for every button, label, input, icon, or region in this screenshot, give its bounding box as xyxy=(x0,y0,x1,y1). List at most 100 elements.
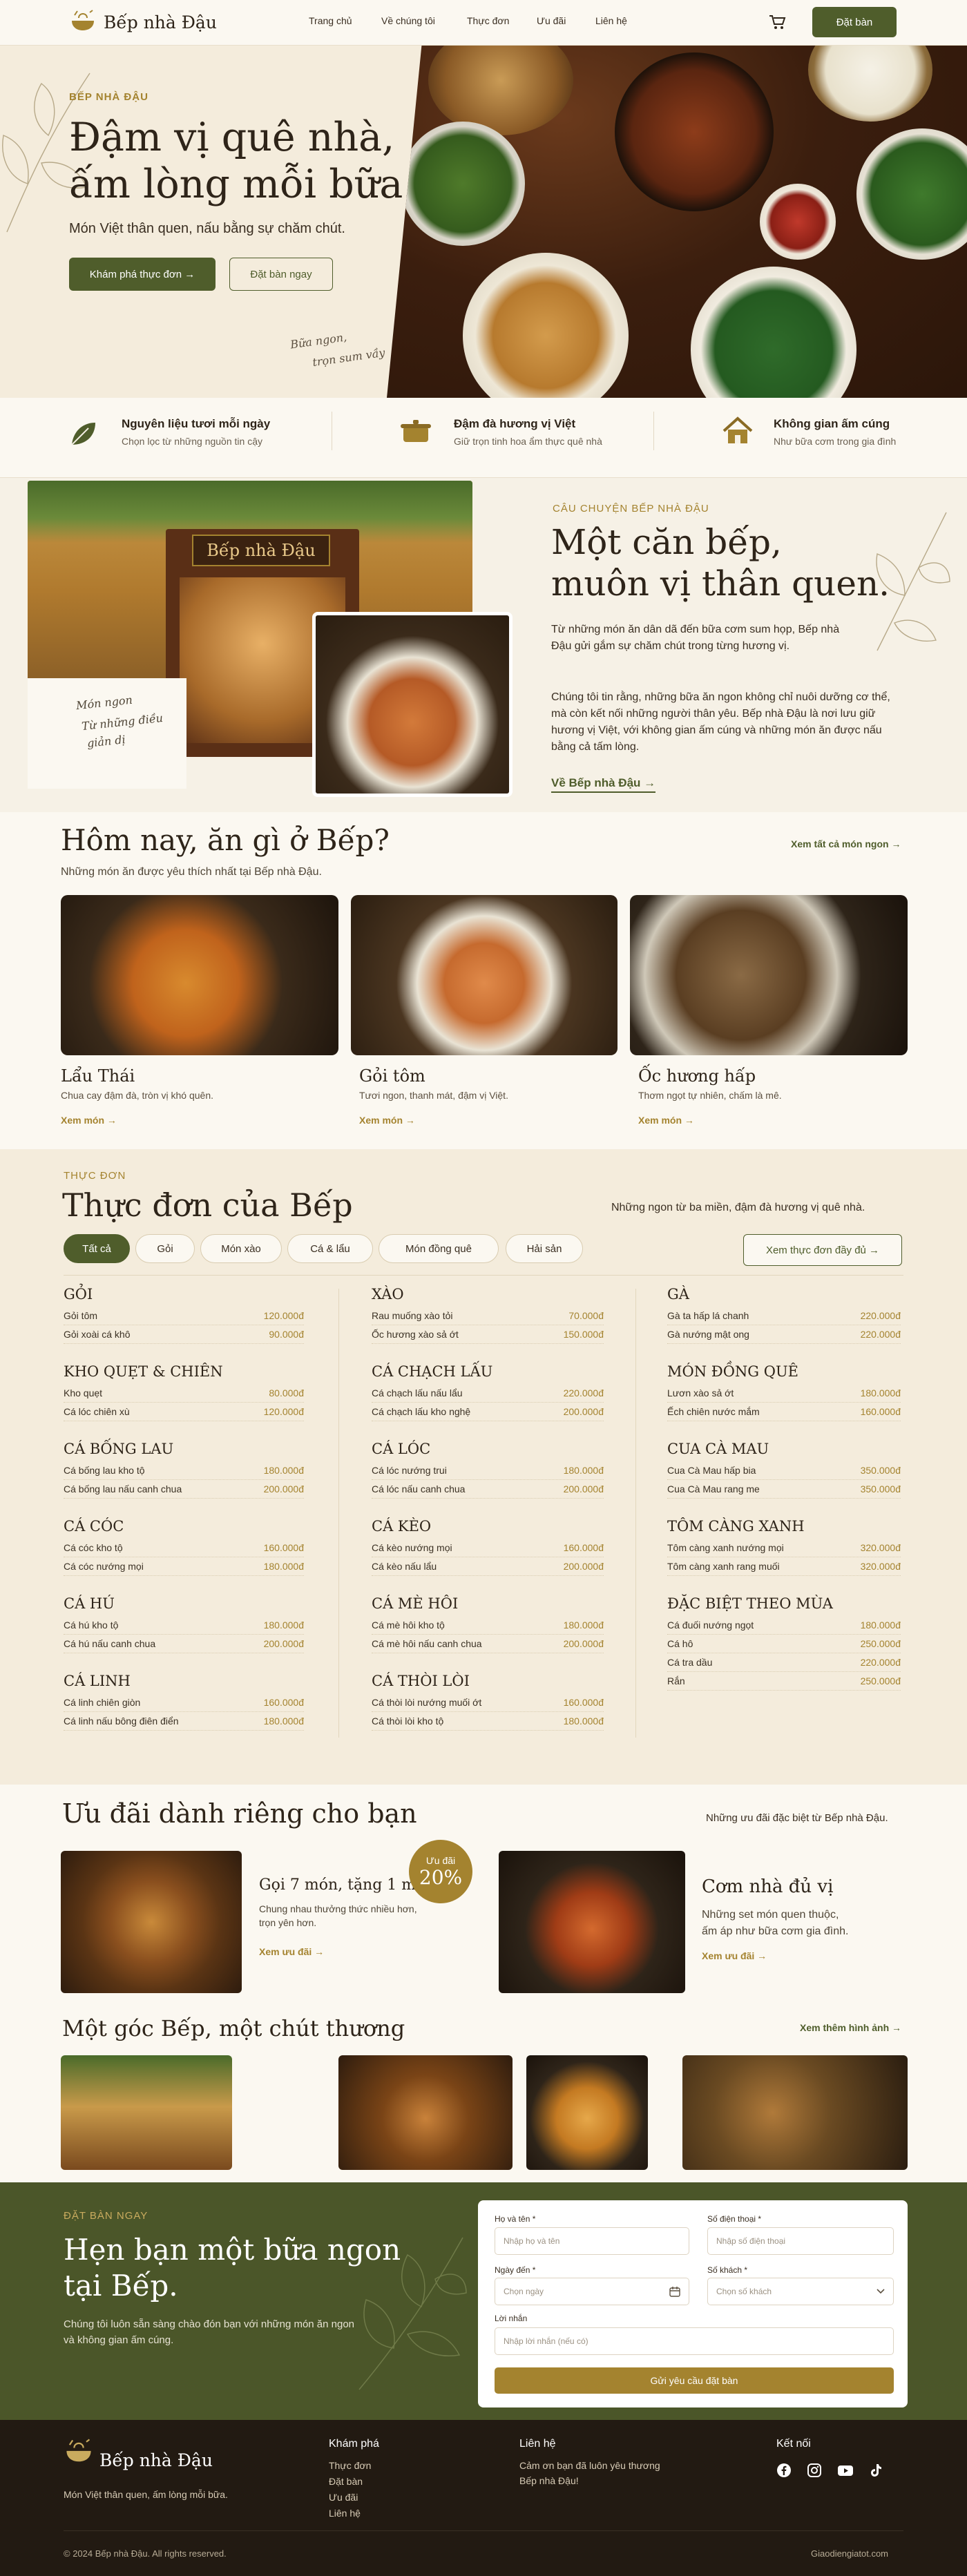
menu-item[interactable]: Cá linh chiên giòn 160.000đ xyxy=(64,1693,304,1712)
dish-image-goi-tom[interactable] xyxy=(351,895,617,1055)
menu-item[interactable]: Cá kèo nấu lẩu 200.000đ xyxy=(372,1557,604,1576)
menu-item[interactable]: Cá hú nấu canh chua 200.000đ xyxy=(64,1635,304,1653)
menu-chip-goi[interactable]: Gỏi xyxy=(135,1234,195,1263)
menu-item[interactable]: Cá lóc chiên xù 120.000đ xyxy=(64,1403,304,1421)
footer-link-contact[interactable]: Liên hệ xyxy=(329,2508,371,2519)
gallery-photo[interactable] xyxy=(338,2055,513,2170)
footer-brand[interactable]: Bếp nhà Đậu xyxy=(99,2450,213,2470)
menu-item[interactable]: Lươn xào sả ớt 180.000đ xyxy=(667,1384,901,1403)
bowl-logo-icon[interactable] xyxy=(69,10,97,33)
dish-image-lau-thai[interactable] xyxy=(61,895,338,1055)
tiktok-icon[interactable] xyxy=(869,2463,883,2478)
menu-item[interactable]: Cá bống lau nấu canh chua 200.000đ xyxy=(64,1480,304,1499)
menu-item[interactable]: Cá cóc kho tộ 160.000đ xyxy=(64,1539,304,1557)
menu-item[interactable]: Cá chạch lấu kho nghệ 200.000đ xyxy=(372,1403,604,1421)
book-table-button[interactable]: Đặt bàn xyxy=(812,7,897,37)
nav-about[interactable]: Về chúng tôi xyxy=(381,15,435,26)
menu-item-price: 70.000đ xyxy=(568,1310,604,1321)
explore-heading: Khám phá xyxy=(329,2438,379,2450)
menu-item[interactable]: Rắn 250.000đ xyxy=(667,1672,901,1691)
book-now-button[interactable]: Đặt bàn ngay xyxy=(229,258,333,291)
cart-icon[interactable] xyxy=(768,14,786,34)
instagram-icon[interactable] xyxy=(807,2463,822,2478)
menu-item[interactable]: Gỏi tôm 120.000đ xyxy=(64,1307,304,1325)
gallery-photo[interactable] xyxy=(682,2055,908,2170)
nav-menu[interactable]: Thực đơn xyxy=(467,15,509,26)
gallery-link[interactable]: Xem thêm hình ảnh → xyxy=(800,2022,901,2033)
phone-input[interactable]: Nhập số điện thoại xyxy=(707,2227,894,2255)
menu-item[interactable]: Gà ta hấp lá chanh 220.000đ xyxy=(667,1307,901,1325)
gallery-photo[interactable] xyxy=(61,2055,232,2170)
menu-item[interactable]: Cua Cà Mau hấp bia 350.000đ xyxy=(667,1461,901,1480)
nav-contact[interactable]: Liên hệ xyxy=(595,15,627,26)
menu-item[interactable]: Ếch chiên nước mắm 160.000đ xyxy=(667,1403,901,1421)
name-input[interactable]: Nhập họ và tên xyxy=(495,2227,689,2255)
menu-item[interactable]: Tôm càng xanh rang muối 320.000đ xyxy=(667,1557,901,1576)
menu-item[interactable]: Rau muống xào tỏi 70.000đ xyxy=(372,1307,604,1325)
gallery-photo[interactable] xyxy=(526,2055,648,2170)
explore-menu-button[interactable]: Khám phá thực đơn → xyxy=(69,258,216,291)
date-input[interactable]: Chọn ngày xyxy=(495,2278,689,2305)
menu-item[interactable]: Cá mè hôi nấu canh chua 200.000đ xyxy=(372,1635,604,1653)
dish-link[interactable]: Xem món → xyxy=(638,1115,694,1126)
youtube-icon[interactable] xyxy=(837,2463,854,2478)
menu-chip-ca-lau[interactable]: Cá & lẩu xyxy=(287,1234,373,1263)
menu-item[interactable]: Cá linh nấu bông điên điển 180.000đ xyxy=(64,1712,304,1731)
menu-item-name: Lươn xào sả ớt xyxy=(667,1387,734,1398)
message-placeholder: Nhập lời nhắn (nếu có) xyxy=(504,2336,588,2346)
menu-item[interactable]: Cá cóc nướng mọi 180.000đ xyxy=(64,1557,304,1576)
menu-item[interactable]: Cá thòi lòi kho tộ 180.000đ xyxy=(372,1712,604,1731)
menu-item[interactable]: Cá lóc nướng trui 180.000đ xyxy=(372,1461,604,1480)
menu-chip-dong-que[interactable]: Món đồng quê xyxy=(379,1234,499,1263)
menu-item[interactable]: Ốc hương xào sả ớt 150.000đ xyxy=(372,1325,604,1344)
menu-chip-mon-xao[interactable]: Món xào xyxy=(200,1234,282,1263)
menu-item[interactable]: Kho quẹt 80.000đ xyxy=(64,1384,304,1403)
guests-select[interactable]: Chọn số khách xyxy=(707,2278,894,2305)
offer-1-link[interactable]: Xem ưu đãi → xyxy=(259,1946,324,1957)
footer-link-menu[interactable]: Thực đơn xyxy=(329,2460,371,2471)
menu-item[interactable]: Cá thòi lòi nướng muối ớt 160.000đ xyxy=(372,1693,604,1712)
menu-chip-hai-san[interactable]: Hải sản xyxy=(506,1234,583,1263)
menu-item-name: Rau muống xào tỏi xyxy=(372,1310,453,1321)
story-title-2: muôn vị thân quen. xyxy=(551,564,890,604)
menu-item-name: Tôm càng xanh rang muối xyxy=(667,1561,780,1572)
all-dishes-link[interactable]: Xem tất cả món ngon → xyxy=(791,838,901,849)
menu-item-name: Ếch chiên nước mắm xyxy=(667,1406,760,1417)
menu-item[interactable]: Cá hô 250.000đ xyxy=(667,1635,901,1653)
message-textarea[interactable]: Nhập lời nhắn (nếu có) xyxy=(495,2327,894,2355)
submit-booking-button[interactable]: Gửi yêu cầu đặt bàn xyxy=(495,2367,894,2394)
menu-category: CÁ CHẠCH LẤU Cá chạch lấu nấu lẩu 220.000đ… xyxy=(372,1363,604,1421)
menu-chip-all[interactable]: Tất cả xyxy=(64,1234,130,1263)
menu-item[interactable]: Cá lóc nấu canh chua 200.000đ xyxy=(372,1480,604,1499)
full-menu-button[interactable]: Xem thực đơn đầy đủ → xyxy=(743,1234,902,1266)
menu-item[interactable]: Cá hú kho tộ 180.000đ xyxy=(64,1616,304,1635)
facebook-icon[interactable] xyxy=(776,2463,792,2478)
footer-link-booking[interactable]: Đặt bàn xyxy=(329,2476,371,2487)
menu-item[interactable]: Cá bống lau kho tộ 180.000đ xyxy=(64,1461,304,1480)
offer-2-link[interactable]: Xem ưu đãi → xyxy=(702,1950,767,1961)
dish-image-oc-huong[interactable] xyxy=(630,895,908,1055)
menu-item[interactable]: Cua Cà Mau rang me 350.000đ xyxy=(667,1480,901,1499)
bowl-logo-icon[interactable] xyxy=(64,2438,94,2469)
nav-home[interactable]: Trang chủ xyxy=(309,15,352,26)
menu-item[interactable]: Gà nướng mật ong 220.000đ xyxy=(667,1325,901,1344)
about-link[interactable]: Về Bếp nhà Đậu → xyxy=(551,776,656,793)
menu-item[interactable]: Cá tra dầu 220.000đ xyxy=(667,1653,901,1672)
calendar-icon[interactable] xyxy=(669,2286,680,2297)
today-title: Hôm nay, ăn gì ở Bếp? xyxy=(61,823,390,857)
menu-item-name: Cua Cà Mau rang me xyxy=(667,1483,760,1494)
menu-item[interactable]: Cá mè hôi kho tộ 180.000đ xyxy=(372,1616,604,1635)
dish-link[interactable]: Xem món → xyxy=(61,1115,117,1126)
menu-item[interactable]: Cá đuối nướng ngọt 180.000đ xyxy=(667,1616,901,1635)
dish-link[interactable]: Xem món → xyxy=(359,1115,415,1126)
menu-item[interactable]: Cá kèo nướng mọi 160.000đ xyxy=(372,1539,604,1557)
nav-offers[interactable]: Ưu đãi xyxy=(537,15,566,26)
menu-item[interactable]: Tôm càng xanh nướng mọi 320.000đ xyxy=(667,1539,901,1557)
brand-name[interactable]: Bếp nhà Đậu xyxy=(104,12,217,32)
menu-category: CÁ HÚ Cá hú kho tộ 180.000đ Cá hú nấu canh … xyxy=(64,1595,304,1653)
menu-item[interactable]: Gỏi xoài cá khô 90.000đ xyxy=(64,1325,304,1344)
message-label: Lời nhắn xyxy=(495,2314,528,2323)
menu-item-price: 180.000đ xyxy=(263,1619,304,1631)
menu-item[interactable]: Cá chạch lấu nấu lẩu 220.000đ xyxy=(372,1384,604,1403)
footer-link-offers[interactable]: Ưu đãi xyxy=(329,2492,371,2503)
